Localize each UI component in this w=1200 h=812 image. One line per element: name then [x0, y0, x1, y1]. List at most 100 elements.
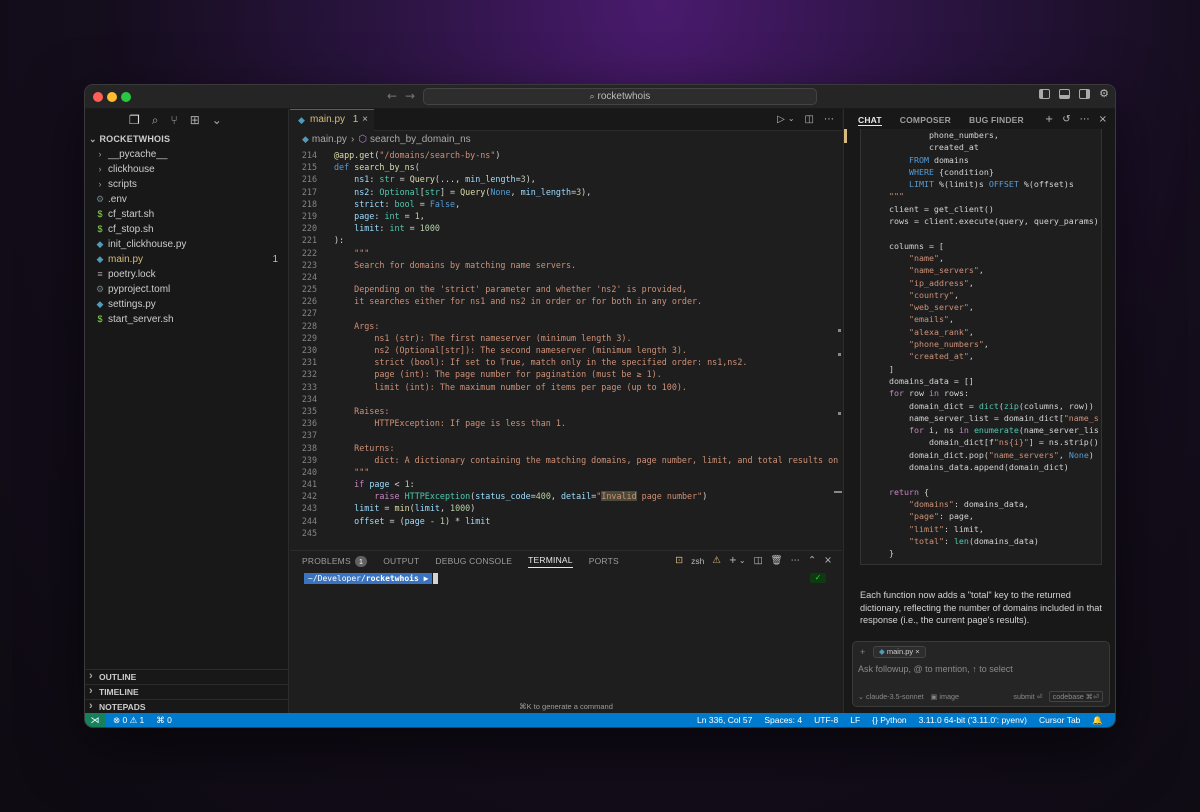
python-interpreter[interactable]: 3.11.0 64-bit ('3.11.0': pyenv) — [919, 713, 1027, 727]
explorer-root-folder[interactable]: ⌄ ROCKETWHOIS — [85, 131, 288, 147]
remote-indicator-icon[interactable]: ⋊ — [85, 713, 105, 727]
file-item[interactable]: ≡ poetry.lock — [85, 267, 288, 282]
extensions-icon[interactable]: ⊞ — [190, 113, 200, 127]
close-icon[interactable]: × — [362, 110, 368, 130]
close-icon[interactable]: × — [1099, 114, 1107, 125]
settings-gear-icon[interactable]: ⚙ — [1099, 88, 1109, 99]
chat-code-block[interactable]: phone_numbers, created_at FROM domains W… — [860, 129, 1102, 565]
tab-debug-console[interactable]: DEBUG CONSOLE — [435, 556, 512, 566]
indentation[interactable]: Spaces: 4 — [764, 713, 802, 727]
image-button[interactable]: image — [939, 692, 959, 701]
zoom-window-button[interactable] — [121, 92, 131, 102]
add-context-icon[interactable]: + — [860, 647, 865, 657]
split-terminal-icon[interactable]: ◫ — [754, 555, 763, 566]
history-icon[interactable]: ↺ — [1062, 114, 1070, 125]
code-line[interactable]: 233 limit (int): The maximum number of i… — [290, 381, 842, 393]
submit-button[interactable]: submit ⏎ — [1013, 692, 1042, 701]
chat-input-box[interactable]: + ◆ main.py × Ask followup, @ to mention… — [852, 641, 1110, 707]
code-line[interactable]: 240 """ — [290, 466, 842, 478]
problems-status[interactable]: ⊗ 0 ⚠ 1 — [113, 713, 144, 727]
ports-status[interactable]: ⌘ 0 — [156, 713, 172, 727]
tab-bug-finder[interactable]: BUG FINDER — [969, 115, 1024, 125]
file-item[interactable]: ⚙ .env — [85, 192, 288, 207]
code-line[interactable]: 236 HTTPException: If page is less than … — [290, 417, 842, 429]
code-line[interactable]: 216 ns1: str = Query(..., min_length=3), — [290, 173, 842, 185]
code-line[interactable]: 225 Depending on the 'strict' parameter … — [290, 283, 842, 295]
run-icon[interactable]: ▷ — [777, 114, 785, 125]
tab-chat[interactable]: CHAT — [858, 115, 882, 126]
line-ending[interactable]: LF — [850, 713, 860, 727]
chevron-down-icon[interactable]: ⌄ — [739, 556, 746, 565]
command-center-search[interactable]: ⌕ rocketwhois — [423, 88, 817, 105]
code-line[interactable]: 223 Search for domains by matching name … — [290, 259, 842, 271]
toggle-secondary-sidebar-icon[interactable] — [1079, 89, 1091, 99]
code-line[interactable]: 245 — [290, 527, 842, 539]
code-line[interactable]: 215 def search_by_ns( — [290, 161, 842, 173]
more-actions-icon[interactable]: ⋯ — [824, 114, 834, 125]
back-arrow-icon[interactable]: ← — [387, 89, 397, 103]
folder-item[interactable]: › scripts — [85, 177, 288, 192]
source-control-icon[interactable]: ⑂ — [171, 113, 178, 127]
notifications-bell-icon[interactable]: 🔔 — [1092, 713, 1103, 727]
code-line[interactable]: 235 Raises: — [290, 405, 842, 417]
minimize-window-button[interactable] — [107, 92, 117, 102]
code-line[interactable]: 214 @app.get("/domains/search-by-ns") — [290, 149, 842, 161]
trash-icon[interactable]: 🗑 — [771, 555, 783, 566]
split-editor-icon[interactable]: ◫ — [805, 114, 814, 125]
more-actions-icon[interactable]: ⋯ — [791, 555, 801, 566]
code-line[interactable]: 237 — [290, 429, 842, 441]
code-line[interactable]: 228 Args: — [290, 320, 842, 332]
code-line[interactable]: 227 — [290, 307, 842, 319]
chevron-down-icon[interactable]: ⌄ — [212, 113, 222, 127]
code-line[interactable]: 239 dict: A dictionary containing the ma… — [290, 454, 842, 466]
file-item[interactable]: ⚙ pyproject.toml — [85, 282, 288, 297]
new-terminal-icon[interactable]: + — [729, 555, 737, 566]
chevron-down-icon[interactable]: ⌄ — [788, 114, 795, 125]
code-line[interactable]: 218 strict: bool = False, — [290, 198, 842, 210]
search-icon[interactable]: ⌕ — [152, 113, 159, 128]
file-item[interactable]: ◆ settings.py — [85, 297, 288, 312]
code-line[interactable]: 243 limit = min(limit, 1000) — [290, 502, 842, 514]
breadcrumb-symbol[interactable]: search_by_domain_ns — [370, 134, 471, 145]
cursor-position[interactable]: Ln 336, Col 57 — [697, 713, 752, 727]
code-line[interactable]: 244 offset = (page - 1) * limit — [290, 515, 842, 527]
context-chip[interactable]: ◆ main.py × — [873, 646, 926, 658]
encoding[interactable]: UTF-8 — [814, 713, 838, 727]
code-line[interactable]: 229 ns1 (str): The first nameserver (min… — [290, 332, 842, 344]
tab-composer[interactable]: COMPOSER — [900, 115, 951, 125]
new-chat-icon[interactable]: + — [1045, 114, 1053, 125]
codebase-button[interactable]: codebase ⌘⏎ — [1048, 691, 1103, 702]
file-item[interactable]: $ cf_stop.sh — [85, 222, 288, 237]
more-actions-icon[interactable]: ⋯ — [1080, 114, 1090, 125]
code-line[interactable]: 234 — [290, 393, 842, 405]
tab-main-py[interactable]: ◆ main.py 1 × — [290, 109, 374, 131]
tab-problems[interactable]: PROBLEMS 1 — [302, 555, 368, 567]
folder-item[interactable]: › __pycache__ — [85, 147, 288, 162]
file-item[interactable]: ◆ init_clickhouse.py — [85, 237, 288, 252]
chevron-up-icon[interactable]: ⌃ — [808, 555, 816, 566]
toggle-sidebar-icon[interactable] — [1039, 89, 1051, 99]
close-window-button[interactable] — [93, 92, 103, 102]
code-line[interactable]: 221): — [290, 234, 842, 246]
cursor-tab-status[interactable]: Cursor Tab — [1039, 713, 1080, 727]
file-item[interactable]: $ start_server.sh — [85, 312, 288, 327]
forward-arrow-icon[interactable]: → — [405, 89, 415, 103]
shell-label[interactable]: zsh — [691, 556, 704, 566]
code-line[interactable]: 224 — [290, 271, 842, 283]
code-line[interactable]: 220 limit: int = 1000 — [290, 222, 842, 234]
tab-terminal[interactable]: TERMINAL — [528, 555, 573, 568]
toggle-panel-icon[interactable] — [1059, 89, 1071, 99]
code-line[interactable]: 231 strict (bool): If set to True, match… — [290, 356, 842, 368]
folder-item[interactable]: › clickhouse — [85, 162, 288, 177]
code-line[interactable]: 241 if page < 1: — [290, 478, 842, 490]
language-mode[interactable]: {} Python — [872, 713, 907, 727]
file-item[interactable]: $ cf_start.sh — [85, 207, 288, 222]
tab-output[interactable]: OUTPUT — [383, 556, 419, 566]
breadcrumb-file[interactable]: main.py — [312, 134, 347, 145]
code-line[interactable]: 217 ns2: Optional[str] = Query(None, min… — [290, 186, 842, 198]
code-line[interactable]: 226 it searches either for ns1 and ns2 i… — [290, 295, 842, 307]
explorer-files-icon[interactable]: ❐ — [129, 113, 140, 127]
model-selector[interactable]: claude-3.5-sonnet — [866, 692, 924, 701]
close-panel-icon[interactable]: × — [824, 555, 832, 566]
code-line[interactable]: 230 ns2 (Optional[str]): The second name… — [290, 344, 842, 356]
